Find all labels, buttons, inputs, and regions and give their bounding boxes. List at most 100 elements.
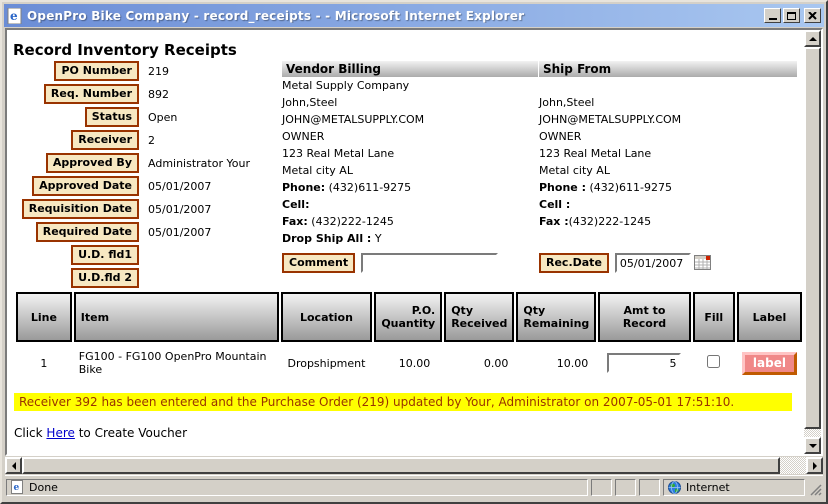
ship-address: 123 Real Metal Lane [539, 145, 797, 162]
page-title: Record Inventory Receipts [13, 41, 237, 59]
scroll-up-button[interactable] [804, 30, 821, 47]
vendor-cell: Cell: [282, 196, 538, 213]
field-row-approved-by: Approved By Administrator Your [7, 153, 279, 173]
approved-date-value: 05/01/2007 [148, 180, 211, 193]
ie-icon[interactable]: e [7, 8, 23, 24]
ship-cell: Cell : [539, 196, 797, 213]
ship-email: JOHN@METALSUPPLY.COM [539, 111, 797, 128]
close-button[interactable] [804, 8, 821, 23]
table-row: 1 FG100 - FG100 OpenPro Mountain Bike Dr… [16, 344, 802, 382]
vendor-phone: Phone: (432)611-9275 [282, 179, 538, 196]
maximize-button[interactable] [783, 8, 800, 23]
scroll-right-button[interactable] [806, 457, 823, 474]
svg-text:e: e [10, 9, 18, 23]
vendor-contact: John,Steel [282, 94, 538, 111]
scroll-down-button[interactable] [804, 437, 821, 454]
ship-from-section: Ship From John,Steel JOHN@METALSUPPLY.CO… [539, 60, 797, 273]
ship-title: OWNER [539, 128, 797, 145]
rec-date-row: Rec.Date [539, 253, 797, 273]
maximize-icon [787, 12, 796, 20]
ship-contact: John,Steel [539, 94, 797, 111]
vendor-title: OWNER [282, 128, 538, 145]
horizontal-scrollbar[interactable] [5, 457, 823, 474]
vendor-address: 123 Real Metal Lane [282, 145, 538, 162]
vendor-fax: Fax: (432)222-1245 [282, 213, 538, 230]
rec-date-label: Rec.Date [539, 253, 609, 273]
col-header-location: Location [281, 292, 373, 342]
field-row-ud-fld2: U.D.fld 2 [7, 268, 279, 288]
req-number-label: Req. Number [44, 84, 139, 104]
field-row-ud-fld1: U.D. fld1 [7, 245, 279, 265]
vertical-scrollbar[interactable] [804, 30, 821, 454]
vendor-company: Metal Supply Company [282, 77, 538, 94]
vendor-dropship: Drop Ship All : Y [282, 230, 538, 247]
cell-line: 1 [16, 344, 72, 382]
field-row-required-date: Required Date 05/01/2007 [7, 222, 279, 242]
status-text: Done [29, 481, 58, 494]
receiver-value: 2 [148, 134, 155, 147]
receipts-table: Line Item Location P.O. Quantity Qty Rec… [14, 290, 804, 384]
comment-input[interactable] [361, 253, 498, 273]
required-date-value: 05/01/2007 [148, 226, 211, 239]
resize-grip[interactable] [808, 479, 822, 496]
field-row-status: Status Open [7, 107, 279, 127]
create-voucher-line: Click Here to Create Voucher [14, 426, 187, 440]
status-pane-3 [639, 479, 660, 496]
col-header-qty-received: Qty Received [444, 292, 514, 342]
required-date-label: Required Date [36, 222, 139, 242]
vertical-scroll-thumb[interactable] [804, 47, 821, 429]
cell-item: FG100 - FG100 OpenPro Mountain Bike [74, 344, 279, 382]
approved-date-label: Approved Date [32, 176, 139, 196]
ship-fax: Fax :(432)222-1245 [539, 213, 797, 230]
create-voucher-link[interactable]: Here [46, 426, 74, 440]
field-row-req-number: Req. Number 892 [7, 84, 279, 104]
po-field-list: PO Number 219 Req. Number 892 Status Ope… [7, 61, 279, 291]
ud-fld2-label: U.D.fld 2 [71, 268, 139, 288]
client-area: Record Inventory Receipts PO Number 219 … [5, 28, 823, 456]
rec-date-input[interactable] [615, 253, 691, 273]
field-row-requisition-date: Requisition Date 05/01/2007 [7, 199, 279, 219]
scroll-left-button[interactable] [5, 457, 22, 474]
requisition-date-value: 05/01/2007 [148, 203, 211, 216]
cell-amt-to-record [598, 344, 690, 382]
cell-label: label [737, 344, 802, 382]
zone-text: Internet [686, 481, 730, 494]
scroll-down-icon [809, 444, 817, 448]
label-button[interactable]: label [742, 352, 797, 375]
field-row-po-number: PO Number 219 [7, 61, 279, 81]
status-pane-2 [615, 479, 636, 496]
vendor-email: JOHN@METALSUPPLY.COM [282, 111, 538, 128]
po-number-value: 219 [148, 65, 169, 78]
field-row-approved-date: Approved Date 05/01/2007 [7, 176, 279, 196]
globe-icon [668, 481, 681, 494]
ship-phone: Phone : (432)611-9275 [539, 179, 797, 196]
title-bar[interactable]: e OpenPro Bike Company - record_receipts… [4, 4, 824, 27]
status-pane-zone: Internet [663, 479, 805, 496]
comment-row: Comment [282, 253, 538, 273]
ship-company [539, 77, 797, 94]
requisition-date-label: Requisition Date [22, 199, 139, 219]
po-number-label: PO Number [54, 61, 139, 81]
col-header-item: Item [74, 292, 279, 342]
approved-by-value: Administrator Your [148, 157, 250, 170]
cell-fill [693, 344, 735, 382]
vendor-billing-header: Vendor Billing [282, 60, 538, 77]
status-pane-1 [591, 479, 612, 496]
col-header-label: Label [737, 292, 802, 342]
approved-by-label: Approved By [46, 153, 139, 173]
svg-text:e: e [14, 483, 20, 493]
field-row-receiver: Receiver 2 [7, 130, 279, 150]
col-header-line: Line [16, 292, 72, 342]
status-pane-main: e Done [6, 479, 588, 496]
close-icon [808, 12, 817, 20]
receiver-label: Receiver [71, 130, 139, 150]
calendar-button[interactable] [694, 255, 712, 271]
record-receipts-page: Record Inventory Receipts PO Number 219 … [7, 30, 804, 454]
status-label: Status [85, 107, 139, 127]
col-header-po-quantity: P.O. Quantity [374, 292, 442, 342]
horizontal-scroll-thumb[interactable] [22, 457, 780, 474]
fill-checkbox[interactable] [707, 355, 720, 368]
comment-label: Comment [282, 253, 355, 273]
amt-to-record-input[interactable] [607, 353, 681, 373]
minimize-button[interactable] [764, 8, 781, 23]
